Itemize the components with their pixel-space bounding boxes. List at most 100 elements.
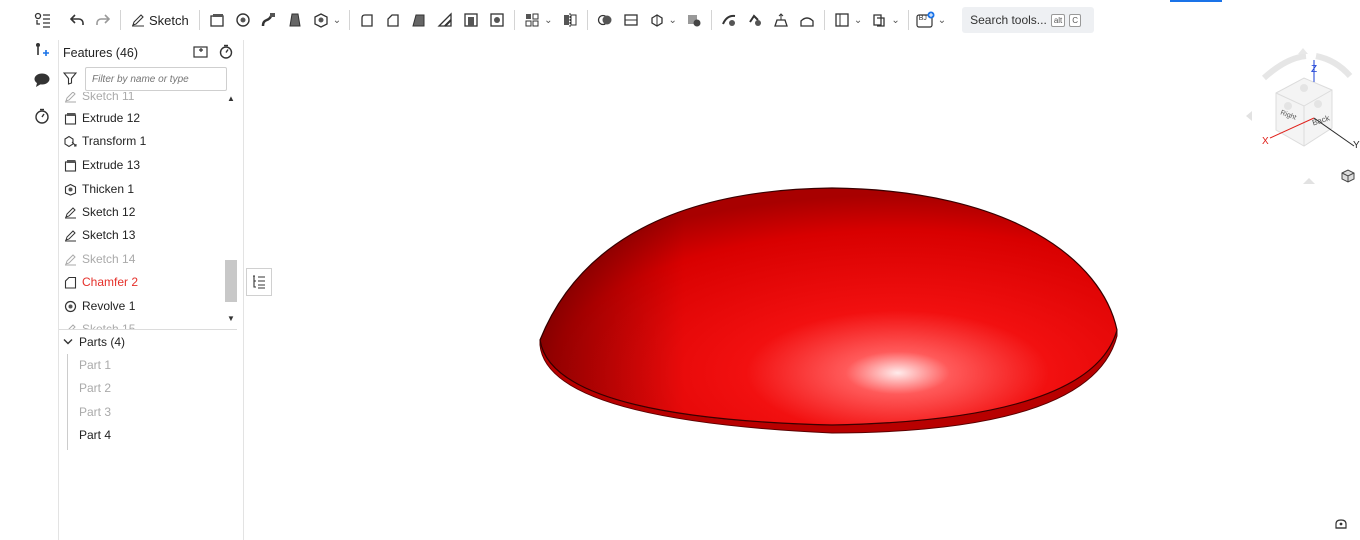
feature-item-sketch-11[interactable]: Sketch 11 xyxy=(63,92,223,107)
feature-label: Thicken 1 xyxy=(82,182,135,196)
rotate-down-arrow-icon[interactable] xyxy=(1303,178,1315,184)
part-item-2[interactable]: Part 2 xyxy=(79,377,111,399)
shortcut-key-c: C xyxy=(1069,13,1082,27)
extrude-icon[interactable] xyxy=(206,7,228,33)
view-mode-cube-icon[interactable] xyxy=(1340,168,1356,187)
part-model[interactable] xyxy=(272,40,1360,540)
feature-item-chamfer-2[interactable]: Chamfer 2 xyxy=(63,271,223,293)
custom-feature-icon[interactable]: BJ xyxy=(915,7,937,33)
axis-label-x: X xyxy=(1262,136,1269,147)
units-indicator-icon[interactable] xyxy=(1334,518,1348,533)
hole-icon[interactable] xyxy=(486,7,508,33)
feature-item-revolve-1[interactable]: Revolve 1 xyxy=(63,295,223,317)
feature-label: Sketch 12 xyxy=(82,205,136,219)
part-item-4[interactable]: Part 4 xyxy=(79,424,111,446)
rib-icon[interactable] xyxy=(434,7,456,33)
insert-feature-icon[interactable] xyxy=(32,40,52,60)
chamfer-icon[interactable] xyxy=(382,7,404,33)
part-label: Part 3 xyxy=(79,405,112,419)
toolbar-divider xyxy=(349,10,351,30)
toolbar-divider xyxy=(198,10,200,30)
plane-icon[interactable] xyxy=(831,7,853,33)
feature-item-thicken-1[interactable]: Thicken 1 xyxy=(63,178,223,200)
replace-face-icon[interactable] xyxy=(796,7,818,33)
scroll-down-arrow-icon[interactable]: ▼ xyxy=(227,314,235,323)
shortcut-key-alt: alt xyxy=(1050,13,1066,27)
toolbar-divider xyxy=(823,10,825,30)
left-rail xyxy=(28,40,58,540)
parts-title: Parts (4) xyxy=(79,335,126,349)
delete-face-icon[interactable] xyxy=(744,7,766,33)
feature-list-scrollbar-thumb[interactable] xyxy=(225,260,237,302)
feature-item-sketch-12[interactable]: Sketch 12 xyxy=(63,201,223,223)
chevron-down-icon[interactable]: ⌄ xyxy=(544,15,552,26)
toolbar-divider xyxy=(710,10,712,30)
chevron-down-icon[interactable]: ⌄ xyxy=(669,15,677,26)
sketch-icon xyxy=(63,228,77,242)
sweep-icon[interactable] xyxy=(258,7,280,33)
feature-item-extrude-12[interactable]: Extrude 12 xyxy=(63,107,223,129)
feature-label: Sketch 11 xyxy=(82,92,135,103)
filter-icon[interactable] xyxy=(62,71,78,88)
delete-part-icon[interactable] xyxy=(683,7,705,33)
pattern-icon[interactable] xyxy=(521,7,543,33)
feature-item-extrude-13[interactable]: Extrude 13 xyxy=(63,154,223,176)
search-tools-placeholder: Search tools... xyxy=(970,13,1047,27)
modify-fillet-icon[interactable] xyxy=(718,7,740,33)
feature-label: Sketch 15 xyxy=(82,322,136,330)
feature-item-sketch-15[interactable]: Sketch 15 xyxy=(63,318,223,330)
undo-icon[interactable] xyxy=(66,7,88,33)
rotate-left-arrow-icon[interactable] xyxy=(1246,111,1252,121)
chevron-down-icon[interactable]: ⌄ xyxy=(854,15,862,26)
boolean-icon[interactable] xyxy=(594,7,616,33)
revolve-icon[interactable] xyxy=(232,7,254,33)
search-tools-input[interactable]: Search tools... alt C xyxy=(962,7,1095,33)
chevron-down-icon[interactable]: ⌄ xyxy=(938,15,946,26)
part-label: Part 4 xyxy=(79,428,112,442)
chamfer-icon xyxy=(63,275,77,289)
sketch-icon xyxy=(63,92,77,103)
shell-icon[interactable] xyxy=(460,7,482,33)
sketch-icon xyxy=(63,205,77,219)
draft-icon[interactable] xyxy=(408,7,430,33)
feature-list-title: Features (46) xyxy=(63,46,139,60)
fillet-icon[interactable] xyxy=(356,7,378,33)
feature-list-toggle-icon[interactable] xyxy=(32,7,54,33)
scroll-up-arrow-icon[interactable]: ▲ xyxy=(227,94,235,103)
feature-item-transform-1[interactable]: Transform 1 xyxy=(63,130,223,152)
split-icon[interactable] xyxy=(620,7,642,33)
revolve-icon xyxy=(63,299,77,313)
move-face-icon[interactable] xyxy=(770,7,792,33)
rotate-up-arrow-icon[interactable] xyxy=(1298,48,1308,54)
transform-icon[interactable] xyxy=(646,7,668,33)
toolbar-divider xyxy=(586,10,588,30)
feature-tree-toggle-button[interactable] xyxy=(246,268,272,296)
feature-label: Extrude 13 xyxy=(82,158,141,172)
graphics-viewport[interactable] xyxy=(272,40,1360,540)
stopwatch-icon[interactable] xyxy=(32,106,52,126)
rollback-timer-icon[interactable] xyxy=(219,44,233,62)
sketch-button[interactable]: Sketch xyxy=(127,7,193,33)
chevron-down-icon[interactable]: ⌄ xyxy=(333,15,341,26)
part-label: Part 2 xyxy=(79,381,112,395)
feature-item-sketch-14[interactable]: Sketch 14 xyxy=(63,248,223,270)
feature-item-sketch-13[interactable]: Sketch 13 xyxy=(63,224,223,246)
parts-section-header[interactable]: Parts (4) xyxy=(63,331,125,353)
feature-label: Sketch 14 xyxy=(82,252,136,266)
chevron-down-icon[interactable]: ⌄ xyxy=(891,15,899,26)
mirror-icon[interactable] xyxy=(559,7,581,33)
selection-accent-bar xyxy=(1170,0,1222,2)
feature-filter-input[interactable] xyxy=(85,67,227,91)
comments-icon[interactable] xyxy=(32,70,52,90)
part-item-1[interactable]: Part 1 xyxy=(79,354,111,376)
thicken-icon xyxy=(63,182,77,196)
feature-label: Sketch 13 xyxy=(82,228,136,242)
loft-icon[interactable] xyxy=(284,7,306,33)
part-item-3[interactable]: Part 3 xyxy=(79,401,111,423)
thicken-icon[interactable] xyxy=(310,7,332,33)
toolbar-divider xyxy=(120,10,121,30)
add-folder-icon[interactable] xyxy=(193,44,209,62)
mate-connector-icon[interactable] xyxy=(868,7,890,33)
redo-icon[interactable] xyxy=(92,7,114,33)
feature-label: Chamfer 2 xyxy=(82,275,139,289)
